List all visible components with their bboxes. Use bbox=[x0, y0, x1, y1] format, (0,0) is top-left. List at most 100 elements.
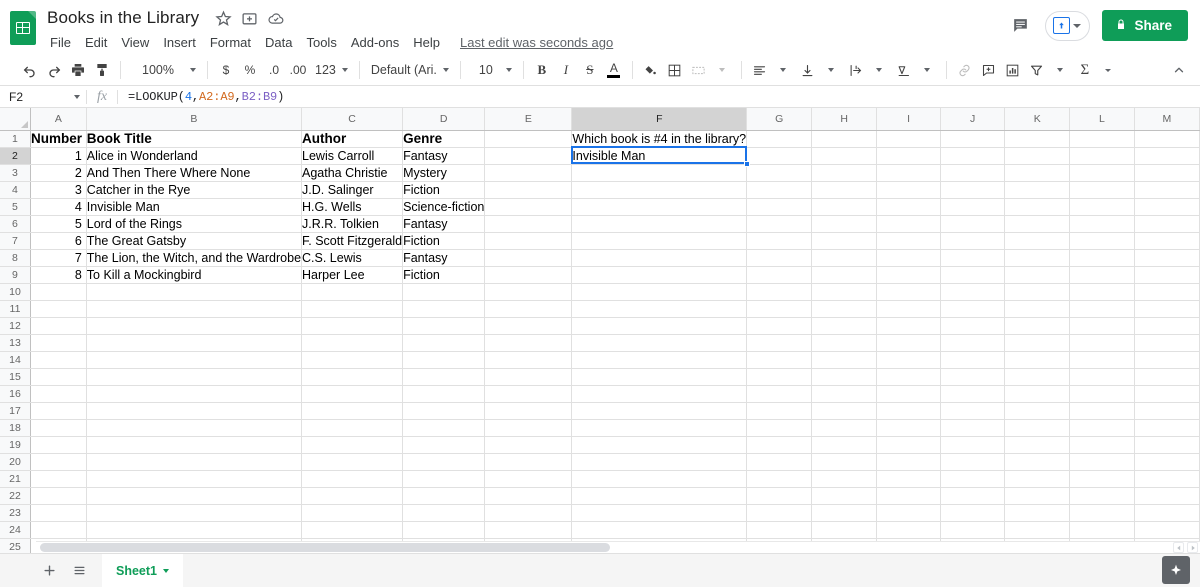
bold-button[interactable]: B bbox=[530, 58, 554, 82]
cell-D18[interactable] bbox=[402, 419, 486, 437]
cell-G24[interactable] bbox=[746, 521, 813, 539]
cell-E21[interactable] bbox=[484, 470, 573, 488]
insert-function-icon[interactable]: fx bbox=[87, 89, 117, 105]
text-wrap-dropdown-icon[interactable] bbox=[868, 58, 892, 82]
cell-H21[interactable] bbox=[811, 470, 878, 488]
cell-A7[interactable]: 6 bbox=[30, 232, 87, 250]
cell-G2[interactable] bbox=[746, 147, 813, 165]
cell-G16[interactable] bbox=[746, 385, 813, 403]
cell-J23[interactable] bbox=[940, 504, 1006, 522]
fill-handle[interactable] bbox=[743, 161, 750, 167]
cell-C24[interactable] bbox=[301, 521, 404, 539]
cell-J4[interactable] bbox=[940, 181, 1006, 199]
cell-D1[interactable]: Genre bbox=[402, 130, 486, 148]
cell-D16[interactable] bbox=[402, 385, 486, 403]
cell-A22[interactable] bbox=[30, 487, 87, 505]
cell-K24[interactable] bbox=[1004, 521, 1071, 539]
cell-F4[interactable] bbox=[571, 181, 748, 199]
cell-G22[interactable] bbox=[746, 487, 813, 505]
cell-J8[interactable] bbox=[940, 249, 1006, 267]
row-header-5[interactable]: 5 bbox=[0, 198, 31, 216]
undo-icon[interactable] bbox=[18, 58, 42, 82]
cell-D23[interactable] bbox=[402, 504, 486, 522]
cell-A3[interactable]: 2 bbox=[30, 164, 87, 182]
cell-G18[interactable] bbox=[746, 419, 813, 437]
cell-I9[interactable] bbox=[876, 266, 941, 284]
percent-format-button[interactable]: % bbox=[238, 58, 262, 82]
functions-icon[interactable]: Σ bbox=[1073, 58, 1097, 82]
cell-A24[interactable] bbox=[30, 521, 87, 539]
cell-G5[interactable] bbox=[746, 198, 813, 216]
cell-L9[interactable] bbox=[1069, 266, 1135, 284]
cell-D17[interactable] bbox=[402, 402, 486, 420]
cell-L23[interactable] bbox=[1069, 504, 1135, 522]
cell-F10[interactable] bbox=[571, 283, 748, 301]
cell-E7[interactable] bbox=[484, 232, 573, 250]
row-header-21[interactable]: 21 bbox=[0, 470, 31, 488]
row-header-15[interactable]: 15 bbox=[0, 368, 31, 386]
select-all-corner[interactable] bbox=[0, 108, 31, 131]
cell-G6[interactable] bbox=[746, 215, 813, 233]
cell-D19[interactable] bbox=[402, 436, 486, 454]
cell-H9[interactable] bbox=[811, 266, 878, 284]
cell-E4[interactable] bbox=[484, 181, 573, 199]
cell-K3[interactable] bbox=[1004, 164, 1071, 182]
column-header-f[interactable]: F bbox=[571, 108, 748, 131]
row-header-25[interactable]: 25 bbox=[0, 538, 31, 553]
cell-M7[interactable] bbox=[1134, 232, 1200, 250]
cell-J1[interactable] bbox=[940, 130, 1006, 148]
present-dropdown-icon[interactable] bbox=[1073, 23, 1082, 28]
cell-L5[interactable] bbox=[1069, 198, 1135, 216]
insert-comment-icon[interactable] bbox=[977, 58, 1001, 82]
cell-J10[interactable] bbox=[940, 283, 1006, 301]
cell-K23[interactable] bbox=[1004, 504, 1071, 522]
cell-D14[interactable] bbox=[402, 351, 486, 369]
cell-C17[interactable] bbox=[301, 402, 404, 420]
cell-E16[interactable] bbox=[484, 385, 573, 403]
cell-F11[interactable] bbox=[571, 300, 748, 318]
cell-C1[interactable]: Author bbox=[301, 130, 404, 148]
cell-M19[interactable] bbox=[1134, 436, 1200, 454]
cell-C19[interactable] bbox=[301, 436, 404, 454]
cell-F24[interactable] bbox=[571, 521, 748, 539]
cell-L13[interactable] bbox=[1069, 334, 1135, 352]
cell-K15[interactable] bbox=[1004, 368, 1071, 386]
cell-I24[interactable] bbox=[876, 521, 941, 539]
cell-F17[interactable] bbox=[571, 402, 748, 420]
cell-B24[interactable] bbox=[86, 521, 303, 539]
cell-A15[interactable] bbox=[30, 368, 87, 386]
star-icon[interactable] bbox=[215, 9, 232, 27]
row-header-16[interactable]: 16 bbox=[0, 385, 31, 403]
cell-A21[interactable] bbox=[30, 470, 87, 488]
row-header-1[interactable]: 1 bbox=[0, 130, 31, 148]
cell-J5[interactable] bbox=[940, 198, 1006, 216]
cell-L10[interactable] bbox=[1069, 283, 1135, 301]
text-wrap-icon[interactable] bbox=[844, 58, 868, 82]
cell-M5[interactable] bbox=[1134, 198, 1200, 216]
cell-I20[interactable] bbox=[876, 453, 941, 471]
insert-chart-icon[interactable] bbox=[1001, 58, 1025, 82]
font-family-dropdown[interactable]: Default (Ari... bbox=[366, 58, 454, 82]
cell-H18[interactable] bbox=[811, 419, 878, 437]
cell-C18[interactable] bbox=[301, 419, 404, 437]
cell-C12[interactable] bbox=[301, 317, 404, 335]
row-header-12[interactable]: 12 bbox=[0, 317, 31, 335]
cell-L1[interactable] bbox=[1069, 130, 1135, 148]
cell-J12[interactable] bbox=[940, 317, 1006, 335]
menu-file[interactable]: File bbox=[45, 33, 78, 52]
cell-H22[interactable] bbox=[811, 487, 878, 505]
cell-I22[interactable] bbox=[876, 487, 941, 505]
cell-K20[interactable] bbox=[1004, 453, 1071, 471]
cell-L12[interactable] bbox=[1069, 317, 1135, 335]
cell-F1-question[interactable]: Which book is #4 in the library? bbox=[571, 130, 748, 148]
cell-K11[interactable] bbox=[1004, 300, 1071, 318]
name-box[interactable]: F2 bbox=[0, 86, 86, 107]
column-header-e[interactable]: E bbox=[484, 108, 573, 131]
cell-G19[interactable] bbox=[746, 436, 813, 454]
cell-B17[interactable] bbox=[86, 402, 303, 420]
cell-M14[interactable] bbox=[1134, 351, 1200, 369]
column-header-h[interactable]: H bbox=[811, 108, 878, 131]
cell-G17[interactable] bbox=[746, 402, 813, 420]
column-header-l[interactable]: L bbox=[1069, 108, 1135, 131]
cell-K13[interactable] bbox=[1004, 334, 1071, 352]
